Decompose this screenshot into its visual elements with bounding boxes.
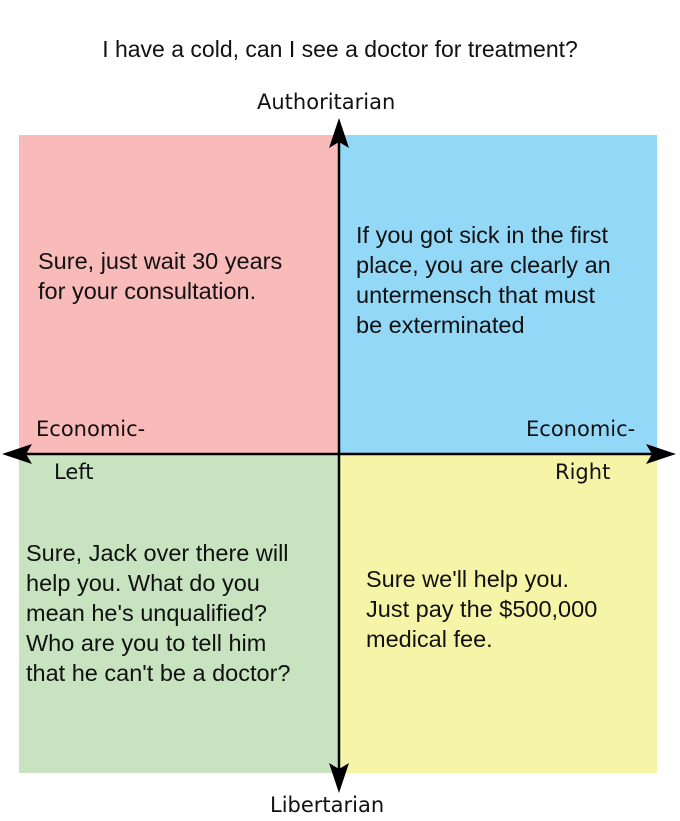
axis-label-right-line2: Right [555,460,611,484]
axis-label-bottom: Libertarian [270,793,385,817]
axis-label-left-line2: Left [54,460,94,484]
axes [2,118,676,793]
axis-label-top: Authoritarian [257,90,396,114]
axis-label-left-line1: Economic- [36,417,146,441]
axis-label-right-line1: Economic- [526,417,636,441]
